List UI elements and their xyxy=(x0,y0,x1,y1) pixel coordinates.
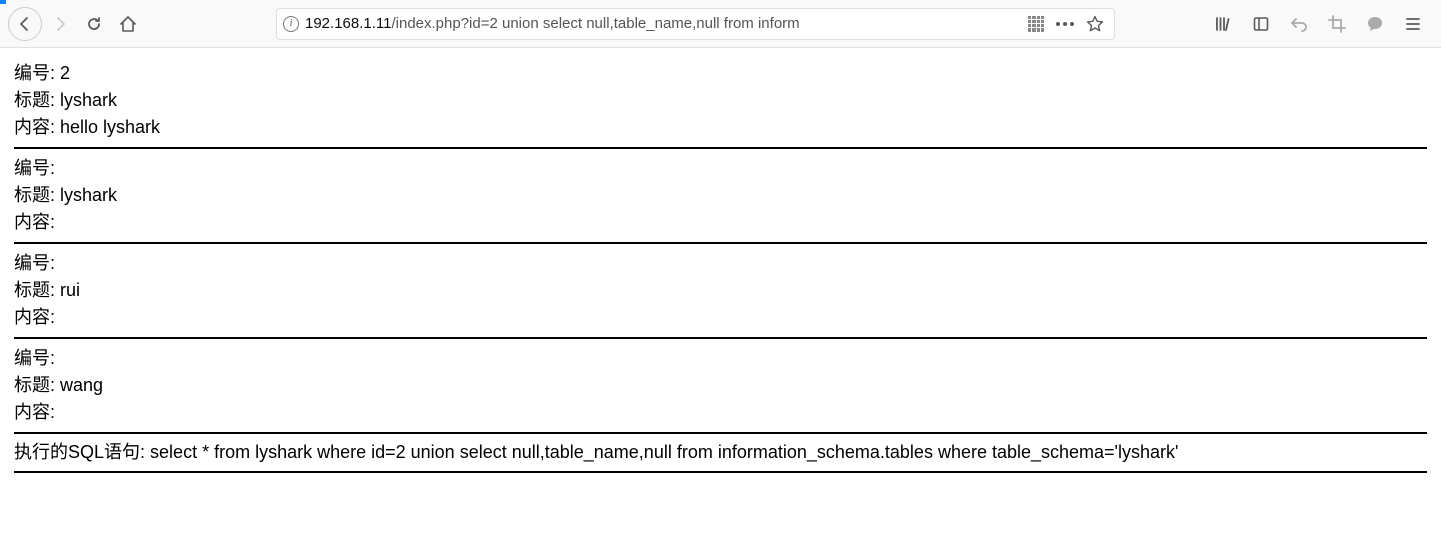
sql-text: select * from lyshark where id=2 union s… xyxy=(150,442,1178,462)
url-text: 192.168.1.11/index.php?id=2 union select… xyxy=(305,15,1022,32)
record-content-line: 内容: xyxy=(14,399,1427,426)
record-content-line: 内容: xyxy=(14,304,1427,331)
address-bar[interactable]: i 192.168.1.11/index.php?id=2 union sele… xyxy=(276,8,1115,40)
toolbar-right-icons xyxy=(1207,8,1433,40)
active-tab-indicator xyxy=(0,0,6,4)
url-path: /index.php?id=2 union select null,table_… xyxy=(391,15,799,32)
page-actions-icon[interactable] xyxy=(1056,22,1074,26)
chat-icon[interactable] xyxy=(1359,8,1391,40)
bookmark-star-icon[interactable] xyxy=(1086,15,1104,33)
record-content-line: 内容: xyxy=(14,209,1427,236)
record: 编号:标题: lyshark内容: xyxy=(14,155,1427,236)
record-title-line: 标题: wang xyxy=(14,372,1427,399)
record: 编号:标题: wang内容: xyxy=(14,345,1427,426)
urlbar-action-icons xyxy=(1028,15,1108,33)
divider xyxy=(14,471,1427,473)
divider xyxy=(14,432,1427,434)
divider xyxy=(14,242,1427,244)
qr-icon[interactable] xyxy=(1028,16,1044,32)
record-id-line: 编号: 2 xyxy=(14,60,1427,87)
crop-icon[interactable] xyxy=(1321,8,1353,40)
forward-button[interactable] xyxy=(44,8,76,40)
sql-label: 执行的SQL语句: xyxy=(14,442,145,462)
record-content-line: 内容: hello lyshark xyxy=(14,114,1427,141)
undo-icon[interactable] xyxy=(1283,8,1315,40)
record: 编号: 2标题: lyshark内容: hello lyshark xyxy=(14,60,1427,141)
browser-toolbar: i 192.168.1.11/index.php?id=2 union sele… xyxy=(0,0,1441,48)
info-icon-glyph: i xyxy=(290,18,293,29)
reload-button[interactable] xyxy=(78,8,110,40)
record-title-line: 标题: rui xyxy=(14,277,1427,304)
record-id-line: 编号: xyxy=(14,155,1427,182)
divider xyxy=(14,337,1427,339)
record-id-line: 编号: xyxy=(14,345,1427,372)
record: 编号:标题: rui内容: xyxy=(14,250,1427,331)
site-info-icon[interactable]: i xyxy=(283,16,299,32)
url-host: 192.168.1.11 xyxy=(305,15,391,32)
record-id-line: 编号: xyxy=(14,250,1427,277)
record-title-line: 标题: lyshark xyxy=(14,87,1427,114)
library-icon[interactable] xyxy=(1207,8,1239,40)
sidebar-icon[interactable] xyxy=(1245,8,1277,40)
sql-statement: 执行的SQL语句: select * from lyshark where id… xyxy=(14,440,1427,465)
record-title-line: 标题: lyshark xyxy=(14,182,1427,209)
home-button[interactable] xyxy=(112,8,144,40)
page-content: 编号: 2标题: lyshark内容: hello lyshark编号:标题: … xyxy=(0,48,1441,491)
menu-icon[interactable] xyxy=(1397,8,1429,40)
back-button[interactable] xyxy=(8,7,42,41)
divider xyxy=(14,147,1427,149)
